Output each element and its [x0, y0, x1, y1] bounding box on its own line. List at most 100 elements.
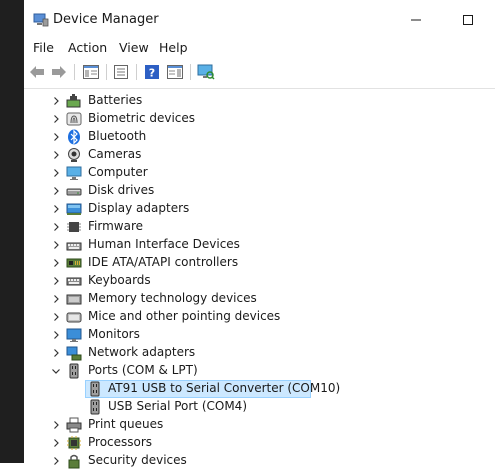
- expand-chevron-icon[interactable]: [50, 185, 62, 197]
- port-icon: [66, 363, 82, 379]
- tree-node-ports-com-lpt[interactable]: Ports (COM & LPT): [24, 362, 464, 380]
- expand-chevron-icon[interactable]: [50, 293, 62, 305]
- tree-node-firmware[interactable]: Firmware: [24, 218, 464, 236]
- tree-node-human-interface-devices[interactable]: Human Interface Devices: [24, 236, 464, 254]
- port-icon: [87, 399, 103, 415]
- monitor-icon: [66, 327, 82, 343]
- tree-node-label: Memory technology devices: [88, 291, 257, 305]
- console-tree-icon: [83, 65, 99, 79]
- tree-node-network-adapters[interactable]: Network adapters: [24, 344, 464, 362]
- expand-chevron-icon[interactable]: [50, 167, 62, 179]
- expand-chevron-icon[interactable]: [50, 113, 62, 125]
- tree-node-label: IDE ATA/ATAPI controllers: [88, 255, 239, 269]
- help-button[interactable]: ?: [143, 63, 161, 81]
- tree-node-biometric-devices[interactable]: Biometric devices: [24, 110, 464, 128]
- tree-node-label: Bluetooth: [88, 129, 147, 143]
- menu-bar: File Action View Help: [24, 38, 495, 58]
- expand-chevron-icon[interactable]: [50, 419, 62, 431]
- expand-chevron-icon[interactable]: [50, 149, 62, 161]
- network-adapter-icon: [66, 345, 82, 361]
- device-manager-window: Device Manager File Action View Help ? B…: [24, 0, 495, 469]
- memory-icon: [66, 291, 82, 307]
- security-icon: [66, 453, 82, 469]
- maximize-button[interactable]: [454, 8, 482, 32]
- menu-help[interactable]: Help: [159, 40, 188, 55]
- properties-button[interactable]: [112, 63, 130, 81]
- toolbar-separator: [74, 64, 75, 80]
- tree-node-label: Batteries: [88, 93, 143, 107]
- tree-node-label: Cameras: [88, 147, 142, 161]
- tree-node-label: Biometric devices: [88, 111, 196, 125]
- tree-node-bluetooth[interactable]: Bluetooth: [24, 128, 464, 146]
- action-pane-button[interactable]: [166, 63, 184, 81]
- computer-icon: [66, 165, 82, 181]
- tree-node-cameras[interactable]: Cameras: [24, 146, 464, 164]
- device-tree: Batteries Biometric devices Bluetooth Camer…: [24, 88, 495, 469]
- expand-chevron-icon[interactable]: [50, 221, 62, 233]
- tree-node-label: Ports (COM & LPT): [88, 363, 198, 377]
- expand-chevron-icon[interactable]: [50, 95, 62, 107]
- tree-node-display-adapters[interactable]: Display adapters: [24, 200, 464, 218]
- keyboard-icon: [66, 273, 82, 289]
- bluetooth-icon: [66, 129, 82, 145]
- show-hide-console-tree-button[interactable]: [82, 63, 100, 81]
- processor-icon: [66, 435, 82, 451]
- camera-icon: [66, 147, 82, 163]
- menu-view[interactable]: View: [119, 40, 149, 55]
- expand-chevron-icon[interactable]: [50, 455, 62, 467]
- title-bar: Device Manager: [24, 0, 495, 38]
- expand-chevron-icon[interactable]: [50, 131, 62, 143]
- expand-chevron-icon[interactable]: [50, 203, 62, 215]
- expand-chevron-icon[interactable]: [50, 257, 62, 269]
- tree-node-batteries[interactable]: Batteries: [24, 92, 464, 110]
- window-title: Device Manager: [53, 12, 159, 27]
- back-button[interactable]: [28, 63, 46, 81]
- tree-node-computer[interactable]: Computer: [24, 164, 464, 182]
- svg-text:?: ?: [149, 67, 155, 80]
- tree-node-mice-and-other-pointing-devices[interactable]: Mice and other pointing devices: [24, 308, 464, 326]
- tree-node-memory-technology-devices[interactable]: Memory technology devices: [24, 290, 464, 308]
- tree-node-label: Print queues: [88, 417, 164, 431]
- tree-node-label: Mice and other pointing devices: [88, 309, 281, 323]
- tree-node-label: AT91 USB to Serial Converter (COM10): [108, 381, 341, 395]
- action-pane-icon: [167, 65, 183, 79]
- collapse-chevron-icon[interactable]: [50, 365, 62, 377]
- battery-icon: [66, 93, 82, 109]
- expand-chevron-icon[interactable]: [50, 311, 62, 323]
- device-manager-app-icon: [33, 13, 49, 27]
- tree-node-disk-drives[interactable]: Disk drives: [24, 182, 464, 200]
- tree-node-label: Display adapters: [88, 201, 190, 215]
- menu-action[interactable]: Action: [68, 40, 107, 55]
- menu-file[interactable]: File: [33, 40, 54, 55]
- help-icon: ?: [145, 65, 159, 80]
- tree-node-label: Disk drives: [88, 183, 155, 197]
- tree-node-label: Human Interface Devices: [88, 237, 240, 251]
- minimize-button[interactable]: [402, 8, 430, 32]
- back-arrow-icon: [30, 66, 44, 78]
- background-desktop-strip: [0, 0, 24, 463]
- firmware-icon: [66, 219, 82, 235]
- tree-node-ide-ata-atapi-controllers[interactable]: IDE ATA/ATAPI controllers: [24, 254, 464, 272]
- tree-node-at91-usb-to-serial-converter-com10[interactable]: AT91 USB to Serial Converter (COM10): [24, 380, 464, 398]
- tree-node-label: Monitors: [88, 327, 140, 341]
- tree-node-usb-serial-port-com4[interactable]: USB Serial Port (COM4): [24, 398, 464, 416]
- tree-node-print-queues[interactable]: Print queues: [24, 416, 464, 434]
- hid-icon: [66, 237, 82, 253]
- forward-arrow-icon: [52, 66, 66, 78]
- mouse-icon: [66, 309, 82, 325]
- scan-hardware-changes-button[interactable]: [197, 63, 215, 81]
- ide-controller-icon: [66, 255, 82, 271]
- forward-button[interactable]: [50, 63, 68, 81]
- tree-node-label: Security devices: [88, 453, 187, 467]
- tree-node-security-devices[interactable]: Security devices: [24, 452, 464, 470]
- tree-node-processors[interactable]: Processors: [24, 434, 464, 452]
- expand-chevron-icon[interactable]: [50, 347, 62, 359]
- tree-node-keyboards[interactable]: Keyboards: [24, 272, 464, 290]
- properties-icon: [114, 65, 128, 79]
- tree-node-monitors[interactable]: Monitors: [24, 326, 464, 344]
- scan-hardware-icon: [197, 64, 215, 80]
- expand-chevron-icon[interactable]: [50, 437, 62, 449]
- expand-chevron-icon[interactable]: [50, 329, 62, 341]
- expand-chevron-icon[interactable]: [50, 239, 62, 251]
- expand-chevron-icon[interactable]: [50, 275, 62, 287]
